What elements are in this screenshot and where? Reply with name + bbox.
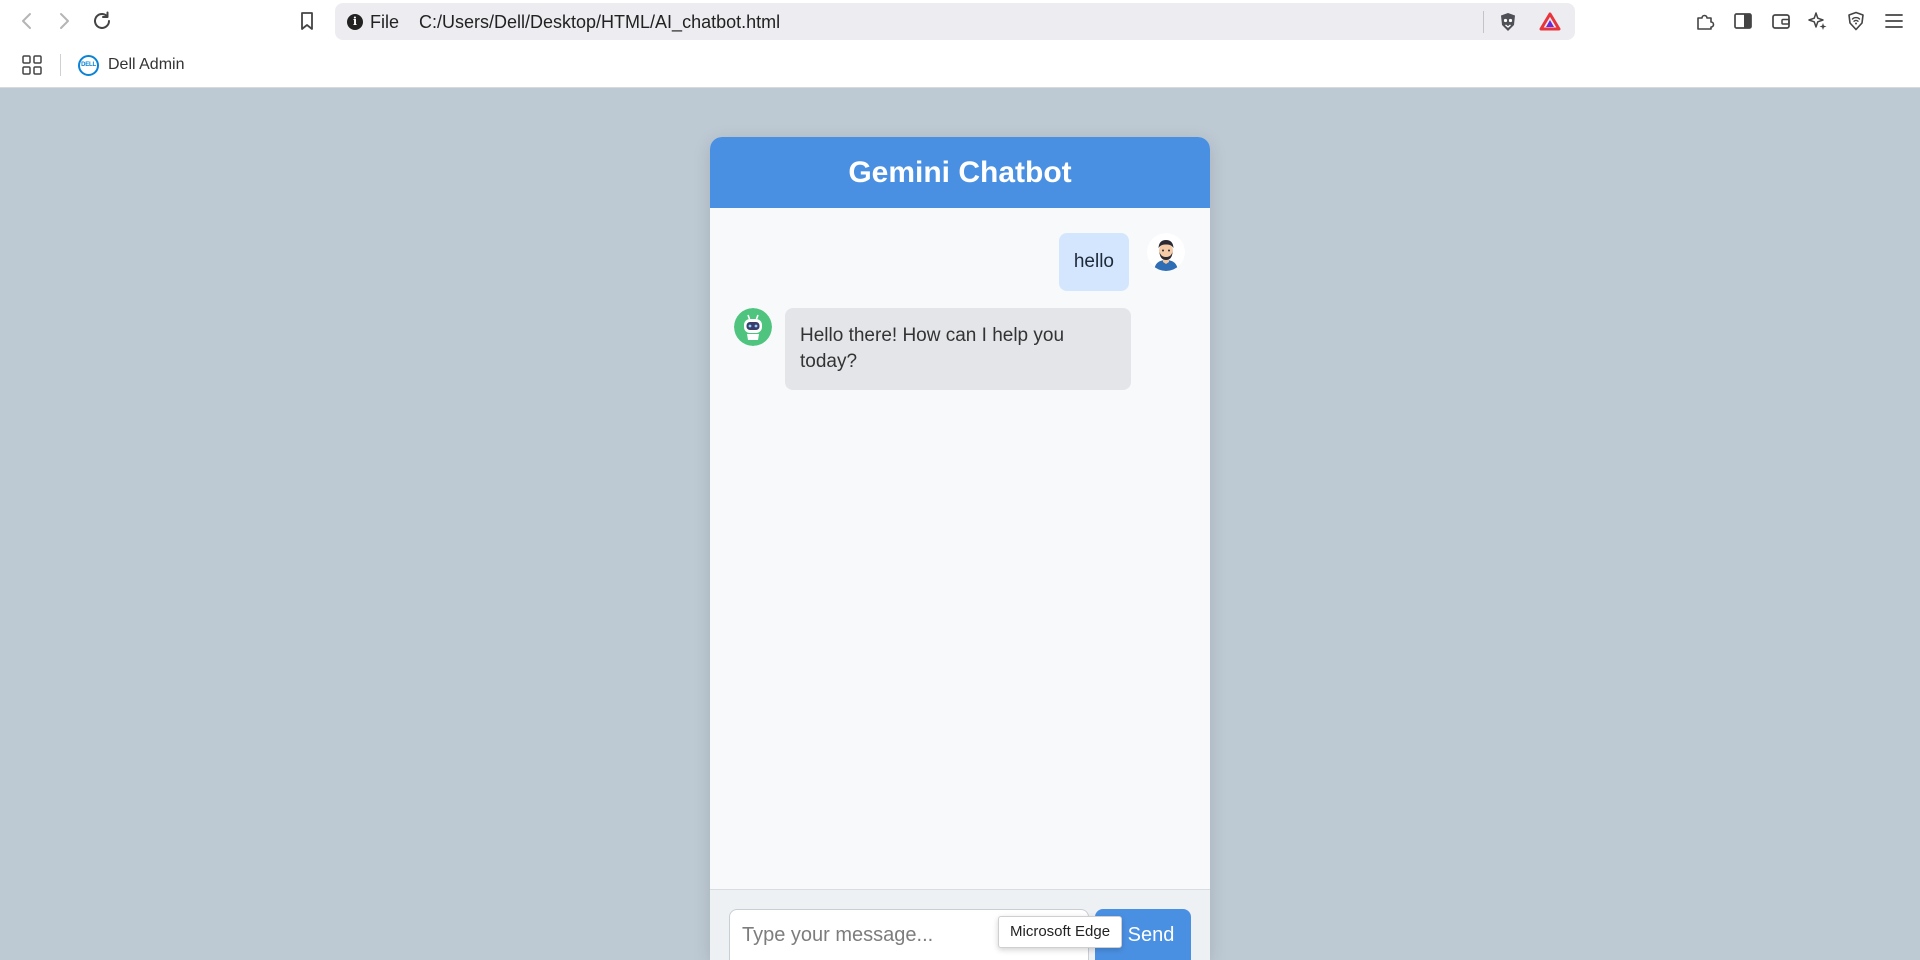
vpn-icon bbox=[1848, 11, 1864, 31]
tooltip: Microsoft Edge bbox=[998, 916, 1123, 948]
bookmarks-bar: DELL Dell Admin bbox=[0, 42, 1920, 88]
address-divider bbox=[1483, 11, 1484, 33]
extensions-button[interactable] bbox=[1692, 8, 1718, 34]
bookmark-icon bbox=[301, 12, 313, 30]
info-icon[interactable]: i bbox=[347, 14, 363, 30]
bookmark-dell-admin[interactable]: DELL Dell Admin bbox=[78, 54, 184, 76]
leo-ai-button[interactable] bbox=[1805, 8, 1831, 34]
bookmark-button[interactable] bbox=[294, 8, 320, 34]
bot-avatar-icon bbox=[734, 308, 772, 346]
bot-message: Hello there! How can I help you today? bbox=[734, 308, 1131, 390]
user-message-bubble: hello bbox=[1058, 233, 1129, 291]
forward-icon bbox=[60, 13, 69, 29]
chat-container: Gemini Chatbot hello Hello there! How ca… bbox=[710, 137, 1210, 960]
bookmarks-divider bbox=[60, 54, 61, 76]
wallet-button[interactable] bbox=[1768, 8, 1794, 34]
sidebar-button[interactable] bbox=[1730, 8, 1756, 34]
address-url[interactable]: C:/Users/Dell/Desktop/HTML/AI_chatbot.ht… bbox=[419, 12, 780, 33]
user-message: hello bbox=[1058, 233, 1185, 291]
menu-button[interactable] bbox=[1881, 8, 1907, 34]
bookmark-label: Dell Admin bbox=[108, 56, 185, 73]
vpn-button[interactable] bbox=[1843, 8, 1869, 34]
chat-input-bar: Send bbox=[710, 889, 1210, 960]
browser-toolbar: i File C:/Users/Dell/Desktop/HTML/AI_cha… bbox=[0, 0, 1920, 42]
dell-logo-icon: DELL bbox=[78, 54, 99, 76]
brave-shield-icon[interactable] bbox=[1497, 11, 1519, 33]
wallet-icon bbox=[1772, 14, 1790, 29]
apps-grid-icon[interactable] bbox=[21, 54, 43, 76]
user-avatar-icon bbox=[1147, 233, 1185, 271]
chat-title: Gemini Chatbot bbox=[710, 137, 1210, 208]
address-scheme: File bbox=[370, 12, 400, 32]
bot-message-bubble: Hello there! How can I help you today? bbox=[785, 308, 1131, 390]
brave-rewards-icon[interactable] bbox=[1539, 11, 1561, 33]
reload-button[interactable] bbox=[89, 8, 115, 34]
address-bar[interactable]: i File C:/Users/Dell/Desktop/HTML/AI_cha… bbox=[335, 3, 1575, 40]
leo-ai-icon bbox=[1808, 12, 1827, 30]
sidebar-icon bbox=[1734, 13, 1752, 29]
back-icon bbox=[22, 13, 31, 29]
forward-button[interactable] bbox=[51, 8, 77, 34]
extensions-icon bbox=[1697, 14, 1715, 30]
menu-icon bbox=[1885, 14, 1903, 28]
back-button[interactable] bbox=[14, 8, 40, 34]
reload-icon bbox=[94, 11, 110, 29]
